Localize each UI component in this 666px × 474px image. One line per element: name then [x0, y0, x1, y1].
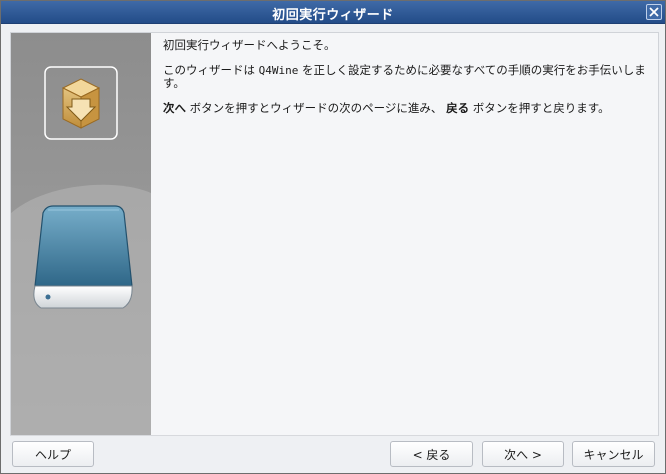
wizard-page: 初回実行ウィザードへようこそ。 このウィザードは Q4Wine を正しく設定する… [10, 32, 659, 436]
wizard-side-graphic [11, 66, 151, 435]
wizard-side-image [11, 33, 151, 435]
wizard-text: 初回実行ウィザードへようこそ。 このウィザードは Q4Wine を正しく設定する… [163, 39, 653, 127]
wizard-window: 初回実行ウィザード 初回実行ウィザードへようこそ。 このウィザードは Q4Win… [0, 0, 666, 474]
package-install-icon [44, 66, 118, 140]
help-button[interactable]: ヘルプ [12, 441, 94, 467]
welcome-text: 初回実行ウィザードへようこそ。 [163, 38, 336, 52]
instruction-text: 次へ ボタンを押すとウィザードの次のページに進み、 戻る ボタンを押すと戻ります… [163, 102, 653, 115]
instruction-end: ボタンを押すと戻ります。 [469, 101, 610, 115]
title-bar[interactable]: 初回実行ウィザード [1, 1, 665, 24]
instruction-middle: ボタンを押すとウィザードの次のページに進み、 [186, 101, 443, 115]
back-word: 戻る [446, 101, 470, 115]
app-name: Q4Wine [258, 64, 299, 77]
back-button[interactable]: < 戻る [390, 441, 473, 467]
description-prefix: このウィザードは [163, 63, 259, 77]
button-separator [10, 435, 658, 436]
close-icon [649, 7, 659, 17]
next-word: 次へ [163, 101, 186, 115]
cancel-button[interactable]: キャンセル [572, 441, 655, 467]
window-title: 初回実行ウィザード [272, 8, 394, 23]
close-button[interactable] [646, 4, 662, 20]
hard-drive-icon [33, 205, 133, 309]
next-button[interactable]: 次へ > [482, 441, 564, 467]
description-text: このウィザードは Q4Wine を正しく設定するために必要なすべての手順の実行を… [163, 64, 653, 90]
